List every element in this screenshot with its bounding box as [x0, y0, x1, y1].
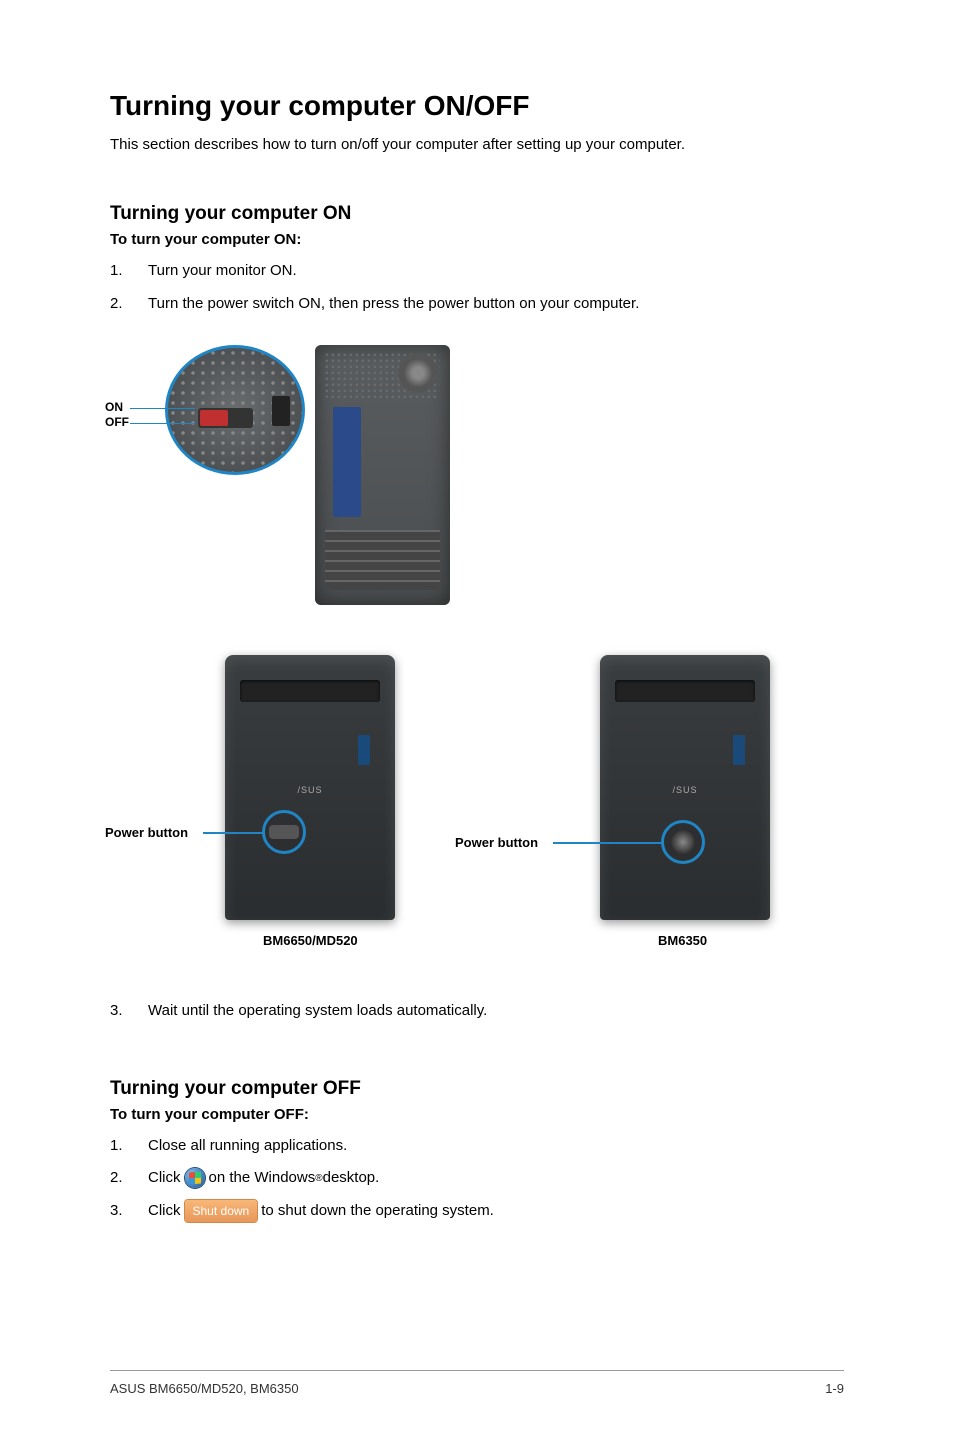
off-sublabel: To turn your computer OFF: — [110, 1106, 844, 1123]
callout-line — [130, 423, 195, 424]
step-text: Turn the power switch ON, then press the… — [148, 293, 844, 316]
brand-logo: /SUS — [672, 785, 697, 795]
power-button-callout — [661, 820, 705, 864]
brand-logo: /SUS — [297, 785, 322, 795]
step-num: 1. — [110, 1135, 148, 1158]
footer-model: ASUS BM6650/MD520, BM6350 — [110, 1381, 299, 1396]
model-label-bm6650: BM6650/MD520 — [263, 933, 358, 948]
on-step-3: 3. Wait until the operating system loads… — [110, 1000, 844, 1023]
label-on: ON — [105, 400, 123, 414]
power-button-label: Power button — [455, 835, 538, 850]
registered-mark: ® — [315, 1171, 322, 1186]
tower-bm6350-illustration: /SUS — [600, 655, 770, 920]
shutdown-button-icon: Shut down — [185, 1200, 258, 1222]
list-item: 1. Close all running applications. — [110, 1135, 844, 1158]
step-num: 1. — [110, 260, 148, 283]
off-steps: 1. Close all running applications. 2. Cl… — [110, 1135, 844, 1223]
list-item: 2. Turn the power switch ON, then press … — [110, 293, 844, 316]
on-steps-12: 1. Turn your monitor ON. 2. Turn the pow… — [110, 260, 844, 315]
callout-line — [553, 842, 663, 844]
main-heading: Turning your computer ON/OFF — [110, 90, 844, 122]
list-item: 1. Turn your monitor ON. — [110, 260, 844, 283]
power-socket-icon — [272, 396, 290, 426]
expansion-slots — [325, 530, 440, 590]
figure-power-switch: ON OFF — [110, 345, 844, 625]
step-text: Close all running applications. — [148, 1135, 844, 1158]
text-fragment: on the Windows — [209, 1167, 316, 1190]
callout-line — [203, 832, 263, 834]
power-button-icon — [671, 830, 695, 854]
step-num: 3. — [110, 1200, 148, 1223]
front-usb-icon — [733, 735, 745, 765]
list-item: 2. Click on the Windows® desktop. — [110, 1167, 844, 1190]
power-button-icon — [269, 825, 299, 839]
text-fragment: Click — [148, 1167, 181, 1190]
tower-bm6650-illustration: /SUS — [225, 655, 395, 920]
power-button-label: Power button — [105, 825, 188, 840]
text-fragment: Click — [148, 1200, 181, 1223]
list-item: 3. Click Shut down to shut down the oper… — [110, 1200, 844, 1223]
text-fragment: desktop. — [323, 1167, 380, 1190]
step-num: 2. — [110, 293, 148, 316]
off-heading: Turning your computer OFF — [110, 1078, 844, 1100]
power-switch-slider — [200, 410, 228, 426]
step-text: Click on the Windows® desktop. — [148, 1167, 844, 1190]
step-num: 2. — [110, 1167, 148, 1190]
optical-drive-icon — [615, 680, 755, 702]
psu-fan-icon — [398, 353, 438, 393]
footer-page-number: 1-9 — [825, 1381, 844, 1396]
label-off: OFF — [105, 415, 129, 429]
callout-line — [130, 408, 195, 409]
page-footer: ASUS BM6650/MD520, BM6350 1-9 — [110, 1370, 844, 1396]
on-sublabel: To turn your computer ON: — [110, 231, 844, 248]
zoom-callout — [165, 345, 305, 475]
figure-power-buttons: /SUS Power button /SUS Power button BM66… — [110, 655, 844, 985]
step-text: Turn your monitor ON. — [148, 260, 844, 283]
list-item: 3. Wait until the operating system loads… — [110, 1000, 844, 1023]
on-heading: Turning your computer ON — [110, 203, 844, 225]
step-text: Click Shut down to shut down the operati… — [148, 1200, 844, 1223]
power-button-callout — [262, 810, 306, 854]
text-fragment: to shut down the operating system. — [261, 1200, 494, 1223]
optical-drive-icon — [240, 680, 380, 702]
front-usb-icon — [358, 735, 370, 765]
intro-text: This section describes how to turn on/of… — [110, 136, 844, 153]
step-num: 3. — [110, 1000, 148, 1023]
windows-start-icon — [185, 1168, 205, 1188]
step-text: Wait until the operating system loads au… — [148, 1000, 844, 1023]
io-panel — [333, 407, 361, 517]
computer-back-illustration — [315, 345, 450, 605]
model-label-bm6350: BM6350 — [658, 933, 707, 948]
off-section: Turning your computer OFF To turn your c… — [110, 1078, 844, 1223]
